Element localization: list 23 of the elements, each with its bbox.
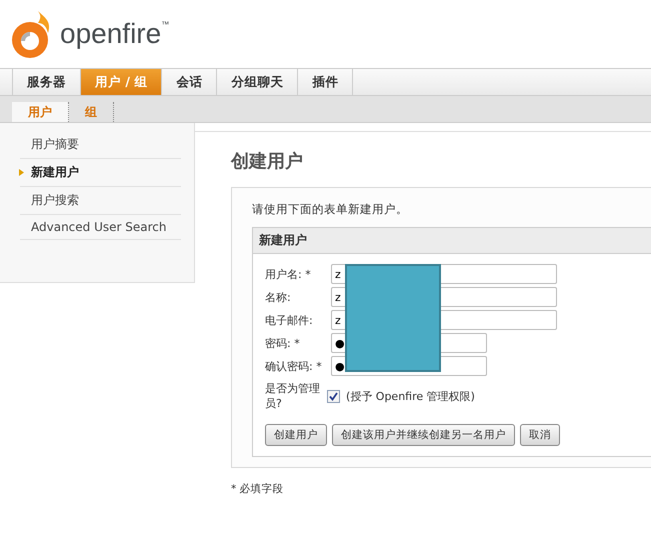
nav-tab[interactable]: 会话 <box>161 69 216 95</box>
field-label: 确认密码: * <box>265 358 323 374</box>
form-button[interactable]: 创建用户 <box>265 424 327 446</box>
form-button[interactable]: 取消 <box>520 424 560 446</box>
intro-text: 请使用下面的表单新建用户。 <box>252 202 409 217</box>
checkbox-label: (授予 Openfire 管理权限) <box>346 388 475 404</box>
nav-tab[interactable]: 分组聊天 <box>216 69 298 95</box>
field-label: 用户名: * <box>265 266 312 282</box>
sidebar-item[interactable]: 用户摘要 <box>20 131 181 159</box>
field-label: 密码: * <box>265 336 301 350</box>
arrow-icon <box>19 169 24 176</box>
sidebar-item[interactable]: 用户搜索 <box>20 187 181 215</box>
sidebar-item[interactable]: 新建用户 <box>20 159 181 187</box>
field-label: 名称: <box>265 290 292 304</box>
page-title: 创建用户 <box>231 150 304 173</box>
sidebar-item[interactable]: Advanced User Search <box>20 215 181 240</box>
footnote: * 必填字段 <box>231 482 285 496</box>
nav-tab[interactable]: 插件 <box>297 69 354 95</box>
panel-title: 新建用户 <box>253 228 651 254</box>
checkbox[interactable] <box>327 390 340 402</box>
field-label: 是否为管理员? <box>265 381 321 411</box>
form-button[interactable]: 创建该用户并继续创建另一名用户 <box>332 424 515 446</box>
field-label: 电子邮件: <box>265 312 314 328</box>
